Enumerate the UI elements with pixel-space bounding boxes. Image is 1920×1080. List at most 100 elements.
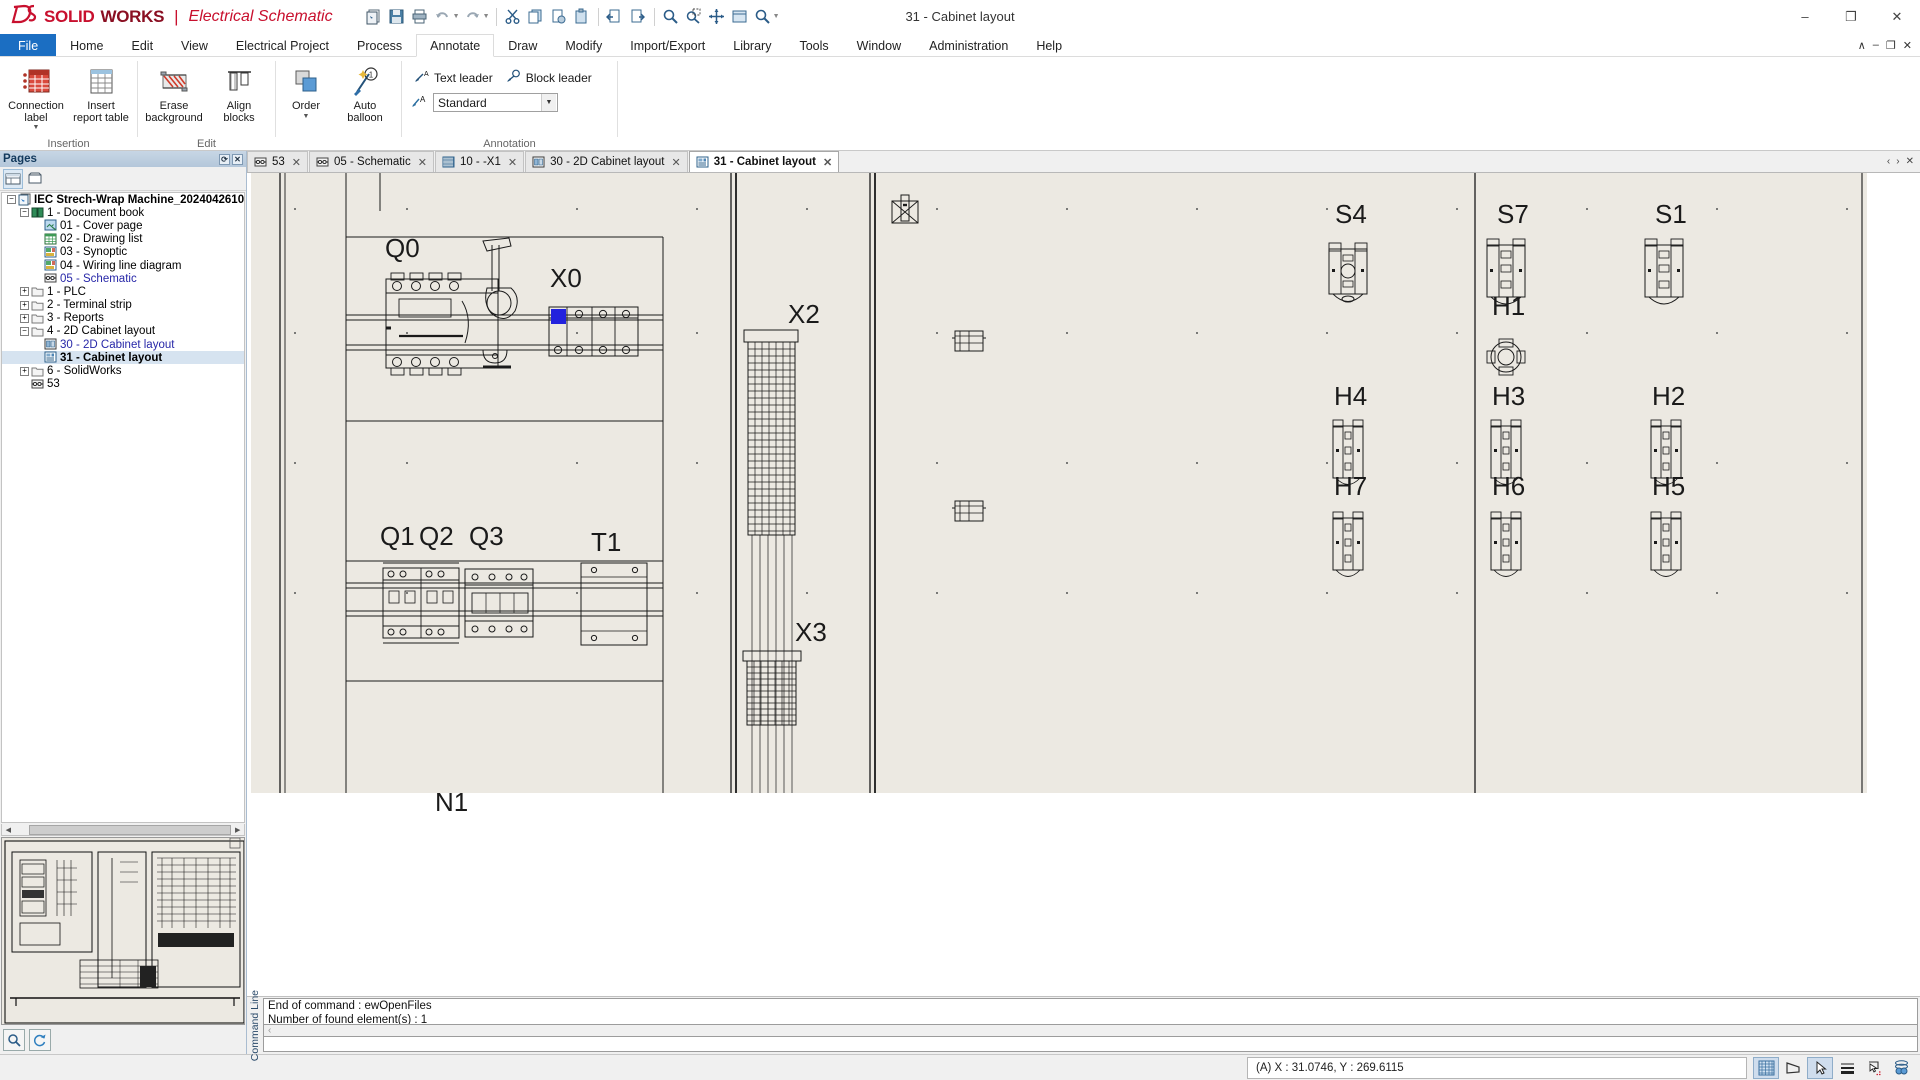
redo-dropdown-caret[interactable]: ▼ xyxy=(482,13,491,20)
tree-item-01-cover-page[interactable]: 01 - Cover page xyxy=(2,219,244,232)
polar-toggle[interactable] xyxy=(1834,1057,1860,1079)
customize-icon[interactable]: ▼ xyxy=(772,13,781,20)
mdi-restore-button[interactable]: ❐ xyxy=(1886,39,1896,52)
copy-icon[interactable] xyxy=(525,6,547,28)
ribbon-collapse-button[interactable]: ∧ xyxy=(1858,39,1866,52)
ribbon-tab-draw[interactable]: Draw xyxy=(494,34,551,56)
tab-close-all-button[interactable]: ✕ xyxy=(1906,156,1914,167)
collapse-icon[interactable]: − xyxy=(19,326,30,337)
chevron-down-icon[interactable]: ▼ xyxy=(541,94,556,111)
tree-item-1-document-book[interactable]: − 1 - Document book xyxy=(2,206,244,219)
pan-icon[interactable] xyxy=(706,6,728,28)
preview-zoom-button[interactable] xyxy=(3,1029,25,1051)
paste-icon[interactable] xyxy=(571,6,593,28)
connection-label-button[interactable]: Connection label ▼ xyxy=(4,60,68,132)
ribbon-tab-electrical-project[interactable]: Electrical Project xyxy=(222,34,343,56)
command-input[interactable] xyxy=(263,1037,1918,1052)
expand-icon[interactable]: + xyxy=(19,366,30,377)
document-tab-close-button[interactable]: ✕ xyxy=(505,156,517,169)
mdi-close-button[interactable]: ✕ xyxy=(1903,39,1912,52)
drawing-canvas[interactable]: .dl { stroke:#1a1a1a; fill:none; } .dlt … xyxy=(247,173,1920,996)
ribbon-tab-library[interactable]: Library xyxy=(719,34,785,56)
tree-item-30-2d-cabinet-layout[interactable]: 30 - 2D Cabinet layout xyxy=(2,338,244,351)
document-tab-10-x1[interactable]: 10 - -X1 ✕ xyxy=(434,151,525,172)
tree-item-05-schematic[interactable]: 05 - Schematic xyxy=(2,272,244,285)
ribbon-tab-process[interactable]: Process xyxy=(343,34,416,56)
ribbon-tab-tools[interactable]: Tools xyxy=(785,34,842,56)
tab-scroll-prev-button[interactable]: ‹ xyxy=(1887,156,1890,167)
collapse-icon[interactable]: − xyxy=(19,207,30,218)
panel-autohide-button[interactable]: ⟳ xyxy=(219,153,230,165)
new-page-button[interactable] xyxy=(3,168,23,189)
lineweight-toggle[interactable] xyxy=(1888,1057,1914,1079)
tree-item-4-2d-cabinet-layout[interactable]: − 4 - 2D Cabinet layout xyxy=(2,325,244,338)
redo-icon[interactable] xyxy=(462,6,484,28)
ortho-toggle[interactable] xyxy=(1780,1057,1806,1079)
ribbon-tab-file[interactable]: File xyxy=(0,34,57,56)
document-tab-30-2d-cabinet-layout[interactable]: 30 - 2D Cabinet layout ✕ xyxy=(525,151,688,172)
page-properties-button[interactable] xyxy=(25,169,45,189)
undo-dropdown-caret[interactable]: ▼ xyxy=(452,13,461,20)
tree-item-6-solidworks[interactable]: +6 - SolidWorks xyxy=(2,364,244,377)
ribbon-tab-edit[interactable]: Edit xyxy=(118,34,168,56)
document-tab-close-button[interactable]: ✕ xyxy=(669,156,681,169)
expand-icon[interactable]: + xyxy=(19,300,30,311)
print-icon[interactable] xyxy=(409,6,431,28)
tree-item-1-plc[interactable]: +1 - PLC xyxy=(2,285,244,298)
object-snap-tracking-toggle[interactable] xyxy=(1861,1057,1887,1079)
find-icon[interactable] xyxy=(752,6,774,28)
command-output-scrollbar[interactable]: ‹ xyxy=(263,1025,1918,1037)
order-dropdown-caret[interactable]: ▼ xyxy=(303,113,310,120)
export-icon[interactable] xyxy=(627,6,649,28)
window-minimize-button[interactable]: – xyxy=(1782,0,1828,34)
pages-tree[interactable]: − IEC Strech-Wrap Machine_2024042610112−1… xyxy=(1,192,245,823)
ribbon-tab-help[interactable]: Help xyxy=(1022,34,1076,56)
ribbon-tab-annotate[interactable]: Annotate xyxy=(416,34,495,57)
tree-item-31-cabinet-layout[interactable]: 31 - Cabinet layout xyxy=(2,351,244,365)
order-button[interactable]: Order ▼ xyxy=(280,60,332,121)
tree-item-02-drawing-list[interactable]: 02 - Drawing list xyxy=(2,233,244,246)
scroll-right-arrow[interactable]: ▶ xyxy=(231,824,244,835)
tree-item-04-wiring-line-diagram[interactable]: 04 - Wiring line diagram xyxy=(2,259,244,272)
scroll-thumb[interactable] xyxy=(28,824,232,835)
ribbon-tab-administration[interactable]: Administration xyxy=(915,34,1022,56)
mdi-minimize-button[interactable]: – xyxy=(1873,39,1879,51)
ribbon-tab-home[interactable]: Home xyxy=(56,34,117,56)
collapse-icon[interactable]: − xyxy=(6,194,17,205)
osnap-toggle[interactable] xyxy=(1807,1056,1833,1079)
grid-toggle[interactable] xyxy=(1753,1056,1779,1079)
save-icon[interactable] xyxy=(386,6,408,28)
tree-item-03-synoptic[interactable]: 03 - Synoptic xyxy=(2,246,244,259)
ribbon-tab-view[interactable]: View xyxy=(167,34,222,56)
document-tab-close-button[interactable]: ✕ xyxy=(820,156,832,169)
block-leader-button[interactable]: Block leader xyxy=(504,66,595,89)
copy-special-icon[interactable] xyxy=(548,6,570,28)
align-blocks-button[interactable]: Align blocks xyxy=(207,60,271,125)
command-scroll-left-arrow[interactable]: ‹ xyxy=(264,1025,271,1036)
zoom-window-icon[interactable] xyxy=(683,6,705,28)
select-icon[interactable] xyxy=(729,6,751,28)
page-preview[interactable] xyxy=(1,837,245,1025)
document-tab-53[interactable]: 53 ✕ xyxy=(247,151,309,172)
panel-close-button[interactable]: ✕ xyxy=(232,153,243,165)
document-tab-31-cabinet-layout[interactable]: 31 - Cabinet layout ✕ xyxy=(688,151,840,172)
document-tab-close-button[interactable]: ✕ xyxy=(289,156,301,169)
ribbon-tab-import-export[interactable]: Import/Export xyxy=(616,34,719,56)
zoom-in-icon[interactable] xyxy=(660,6,682,28)
undo-icon[interactable] xyxy=(432,6,454,28)
tree-item-2-terminal-strip[interactable]: +2 - Terminal strip xyxy=(2,299,244,312)
cabinet-layout-drawing[interactable]: .dl { stroke:#1a1a1a; fill:none; } .dlt … xyxy=(247,173,1920,817)
annotation-style-combo[interactable]: Standard ▼ xyxy=(433,93,558,112)
window-maximize-button[interactable]: ❐ xyxy=(1828,0,1874,34)
document-tab-05-schematic[interactable]: 05 - Schematic ✕ xyxy=(309,151,434,172)
ribbon-tab-window[interactable]: Window xyxy=(843,34,915,56)
tree-item-iec-strech-wrap-machine-2024042610112[interactable]: − IEC Strech-Wrap Machine_2024042610112 xyxy=(2,193,244,206)
cut-icon[interactable] xyxy=(502,6,524,28)
open-icon[interactable] xyxy=(363,6,385,28)
text-leader-button[interactable]: A Text leader xyxy=(412,66,496,89)
tree-item-3-reports[interactable]: +3 - Reports xyxy=(2,312,244,325)
insert-report-table-button[interactable]: Insert report table xyxy=(69,60,133,125)
tab-scroll-next-button[interactable]: › xyxy=(1896,156,1899,167)
scroll-left-arrow[interactable]: ◀ xyxy=(2,824,15,835)
tree-item-53[interactable]: 53 xyxy=(2,378,244,391)
